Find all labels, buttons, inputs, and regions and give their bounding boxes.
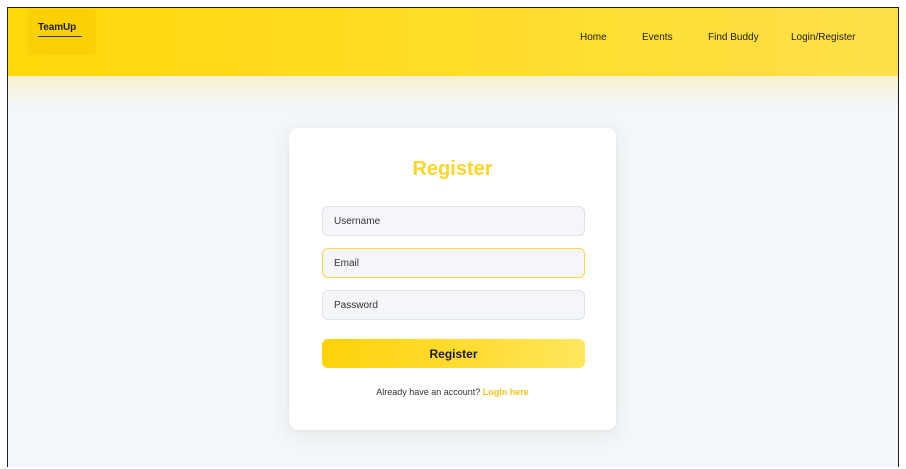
- register-title: Register: [412, 158, 493, 180]
- browser-viewport: TeamUp Home Events Find Buddy Login/Regi…: [7, 7, 899, 467]
- nav-link-events[interactable]: Events: [642, 32, 673, 43]
- logo-text: TeamUp: [38, 22, 77, 33]
- teamup-logo[interactable]: TeamUp: [29, 10, 95, 54]
- nav-link-login-register[interactable]: Login/Register: [791, 32, 855, 43]
- logo-underline: [38, 36, 82, 37]
- register-button[interactable]: Register: [322, 339, 585, 368]
- login-here-link[interactable]: Login here: [483, 387, 529, 397]
- login-prompt: Already have an account? Login here: [289, 387, 616, 397]
- nav-link-find-buddy[interactable]: Find Buddy: [708, 32, 759, 43]
- navbar-shadow: [8, 76, 898, 106]
- login-prompt-text: Already have an account?: [376, 387, 483, 397]
- nav-link-home[interactable]: Home: [580, 32, 607, 43]
- top-navbar: TeamUp Home Events Find Buddy Login/Regi…: [8, 8, 898, 76]
- register-card: Register Register Already have an accoun…: [289, 128, 616, 430]
- password-input[interactable]: [322, 290, 585, 320]
- username-input[interactable]: [322, 206, 585, 236]
- email-input[interactable]: [322, 248, 585, 278]
